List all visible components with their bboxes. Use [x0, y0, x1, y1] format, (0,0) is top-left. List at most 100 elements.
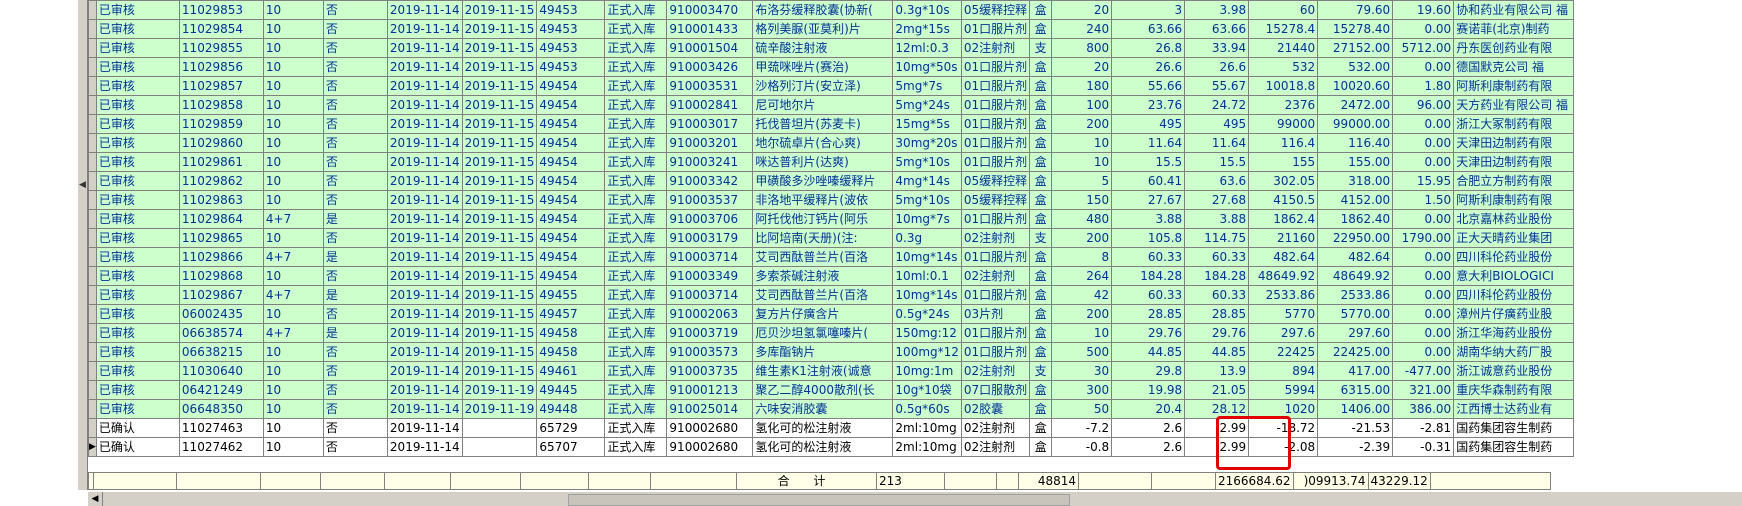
dosage-form-cell[interactable]: 01口服片剂	[960, 247, 1031, 267]
unit-cell[interactable]: 盒	[1029, 418, 1053, 438]
row-indicator[interactable]	[88, 38, 97, 58]
retail-amount-cell[interactable]: 99000.00	[1317, 114, 1394, 134]
row-indicator[interactable]	[88, 152, 97, 172]
drug-code-cell[interactable]: 910003017	[666, 114, 754, 134]
spec-cell[interactable]: 150mg:12	[892, 323, 962, 343]
retail-amount-cell[interactable]: 2533.86	[1317, 285, 1394, 305]
row-indicator[interactable]	[88, 190, 97, 210]
manufacturer-cell[interactable]: 正大天晴药业集团	[1453, 228, 1575, 248]
status-cell[interactable]: 已审核	[95, 133, 180, 153]
doc-no-cell[interactable]: 11029855	[178, 38, 264, 58]
retail-price-cell[interactable]: 63.6	[1184, 171, 1250, 191]
flag-cell[interactable]: 否	[322, 76, 388, 96]
group-cell[interactable]: 10	[262, 190, 324, 210]
retail-price-cell[interactable]: 15.5	[1184, 152, 1250, 172]
dosage-form-cell[interactable]: 01口服片剂	[960, 95, 1031, 115]
date-cell[interactable]: 2019-11-14	[386, 209, 463, 229]
drug-name-cell[interactable]: 氢化可的松注射液	[752, 418, 894, 438]
entry-type-cell[interactable]: 正式入库	[604, 19, 668, 39]
purchase-amount-cell[interactable]: 894	[1248, 361, 1319, 381]
flag-cell[interactable]: 否	[322, 152, 388, 172]
unit-cell[interactable]: 盒	[1029, 399, 1053, 419]
table-row[interactable]: 已审核 11029856 10 否 2019-11-14 2019-11-15 49453 正…	[88, 57, 1575, 77]
unit-cell[interactable]: 盒	[1029, 95, 1053, 115]
group-cell[interactable]: 10	[262, 19, 324, 39]
bill-no-cell[interactable]: 49445	[536, 380, 606, 400]
entry-type-cell[interactable]: 正式入库	[604, 95, 668, 115]
spec-cell[interactable]: 10mg*50s	[892, 57, 962, 77]
retail-amount-cell[interactable]: 417.00	[1317, 361, 1394, 381]
row-indicator[interactable]	[88, 209, 97, 229]
retail-amount-cell[interactable]: 1862.40	[1317, 209, 1394, 229]
drug-code-cell[interactable]: 910003179	[666, 228, 754, 248]
flag-cell[interactable]: 否	[322, 133, 388, 153]
manufacturer-cell[interactable]: 赛诺菲(北京)制药	[1453, 19, 1575, 39]
quantity-cell[interactable]: 800	[1051, 38, 1113, 58]
unit-cell[interactable]: 盒	[1029, 133, 1053, 153]
dosage-form-cell[interactable]: 01口服片剂	[960, 133, 1031, 153]
drug-name-cell[interactable]: 硫辛酸注射液	[752, 38, 894, 58]
drug-name-cell[interactable]: 比阿培南(天册)(注:	[752, 228, 894, 248]
doc-no-cell[interactable]: 11029866	[178, 247, 264, 267]
table-row[interactable]: 已审核 11029865 10 否 2019-11-14 2019-11-15 49454 正…	[88, 228, 1575, 248]
table-row[interactable]: 已审核 11029859 10 否 2019-11-14 2019-11-15 49454 正…	[88, 114, 1575, 134]
drug-name-cell[interactable]: 托伐普坦片(苏麦卡)	[752, 114, 894, 134]
flag-cell[interactable]: 否	[322, 266, 388, 286]
group-cell[interactable]: 10	[262, 0, 324, 20]
purchase-price-cell[interactable]: 26.8	[1111, 38, 1186, 58]
drug-name-cell[interactable]: 多库酯钠片	[752, 342, 894, 362]
purchase-price-cell[interactable]: 28.85	[1111, 304, 1186, 324]
purchase-price-cell[interactable]: 3.88	[1111, 209, 1186, 229]
retail-price-cell[interactable]: 3.88	[1184, 209, 1250, 229]
retail-price-cell[interactable]: 55.67	[1184, 76, 1250, 96]
dosage-form-cell[interactable]: 01口服片剂	[960, 19, 1031, 39]
retail-amount-cell[interactable]: 318.00	[1317, 171, 1394, 191]
dosage-form-cell[interactable]: 05缓释控释	[960, 0, 1031, 20]
entry-type-cell[interactable]: 正式入库	[604, 323, 668, 343]
purchase-amount-cell[interactable]: 1862.4	[1248, 209, 1319, 229]
group-cell[interactable]: 10	[262, 114, 324, 134]
price-diff-cell[interactable]: 0.00	[1392, 57, 1455, 77]
retail-amount-cell[interactable]: -2.39	[1317, 437, 1394, 457]
spec-cell[interactable]: 100mg*12	[892, 342, 962, 362]
date2-cell[interactable]: 2019-11-15	[461, 247, 538, 267]
bill-no-cell[interactable]: 49454	[536, 95, 606, 115]
drug-name-cell[interactable]: 艾司西酞普兰片(百洛	[752, 285, 894, 305]
purchase-price-cell[interactable]: 60.33	[1111, 247, 1186, 267]
unit-cell[interactable]: 盒	[1029, 285, 1053, 305]
retail-amount-cell[interactable]: 22950.00	[1317, 228, 1394, 248]
row-indicator[interactable]	[88, 266, 97, 286]
manufacturer-cell[interactable]: 国药集团容生制药	[1453, 437, 1575, 457]
date-cell[interactable]: 2019-11-14	[386, 57, 463, 77]
date-cell[interactable]: 2019-11-14	[386, 19, 463, 39]
group-cell[interactable]: 10	[262, 76, 324, 96]
purchase-price-cell[interactable]: 44.85	[1111, 342, 1186, 362]
date-cell[interactable]: 2019-11-14	[386, 0, 463, 20]
dosage-form-cell[interactable]: 02注射剂	[960, 266, 1031, 286]
date2-cell[interactable]: 2019-11-15	[461, 57, 538, 77]
entry-type-cell[interactable]: 正式入库	[604, 304, 668, 324]
purchase-price-cell[interactable]: 105.8	[1111, 228, 1186, 248]
entry-type-cell[interactable]: 正式入库	[604, 247, 668, 267]
price-diff-cell[interactable]: 1.80	[1392, 76, 1455, 96]
group-cell[interactable]: 10	[262, 57, 324, 77]
table-row[interactable]: 已审核 11029858 10 否 2019-11-14 2019-11-15 49454 正…	[88, 95, 1575, 115]
manufacturer-cell[interactable]: 四川科伦药业股份	[1453, 285, 1575, 305]
drug-code-cell[interactable]: 910003714	[666, 247, 754, 267]
date2-cell[interactable]: 2019-11-15	[461, 228, 538, 248]
flag-cell[interactable]: 否	[322, 114, 388, 134]
status-cell[interactable]: 已审核	[95, 0, 180, 20]
price-diff-cell[interactable]: -477.00	[1392, 361, 1455, 381]
drug-code-cell[interactable]: 910003201	[666, 133, 754, 153]
bill-no-cell[interactable]: 49454	[536, 247, 606, 267]
table-row[interactable]: 已审核 11029854 10 否 2019-11-14 2019-11-15 49453 正…	[88, 19, 1575, 39]
row-indicator[interactable]	[88, 228, 97, 248]
group-cell[interactable]: 10	[262, 361, 324, 381]
purchase-amount-cell[interactable]: 15278.4	[1248, 19, 1319, 39]
row-indicator[interactable]	[88, 95, 97, 115]
quantity-cell[interactable]: 200	[1051, 114, 1113, 134]
purchase-price-cell[interactable]: 11.64	[1111, 133, 1186, 153]
doc-no-cell[interactable]: 11029858	[178, 95, 264, 115]
status-cell[interactable]: 已审核	[95, 266, 180, 286]
drug-code-cell[interactable]: 910002680	[666, 437, 754, 457]
